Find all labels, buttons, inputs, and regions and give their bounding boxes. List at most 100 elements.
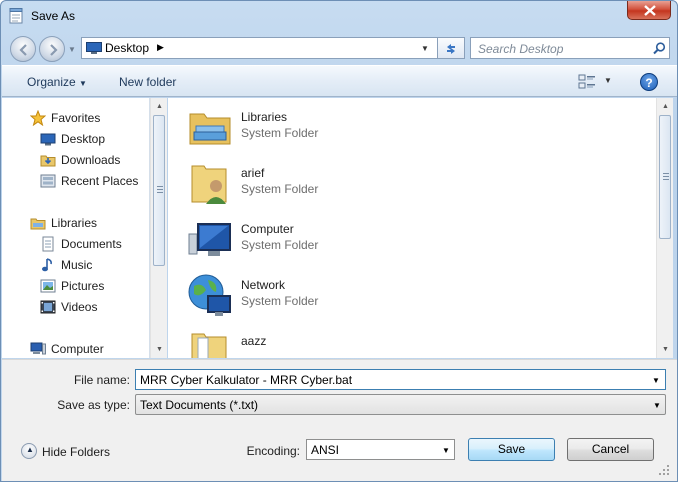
nav-label: Downloads — [61, 153, 121, 167]
desktop-icon — [86, 42, 102, 54]
encoding-value: ANSI — [311, 443, 340, 457]
file-type: System Folder — [241, 294, 319, 308]
music-icon — [42, 258, 52, 272]
grip-line — [663, 176, 669, 177]
navigation-pane: Favorites Desktop Downloads Recent Place… — [2, 98, 150, 358]
grip-line — [157, 189, 163, 190]
scroll-up-icon[interactable]: ▲ — [151, 98, 168, 115]
views-dropdown[interactable]: ▼ — [604, 76, 612, 85]
breadcrumb-desktop[interactable]: Desktop — [105, 41, 149, 55]
address-bar-row: ▼ Desktop ▶ ▼ Search Desktop — [1, 31, 677, 63]
help-icon[interactable]: ? — [640, 73, 658, 91]
nav-label: Music — [61, 258, 93, 272]
pictures-icon — [40, 279, 56, 293]
scroll-up-icon[interactable]: ▲ — [657, 98, 674, 115]
chevron-down-icon: ▼ — [79, 79, 87, 88]
scroll-down-icon[interactable]: ▼ — [151, 341, 168, 358]
save-as-type-select[interactable]: Text Documents (*.txt) ▼ — [135, 394, 666, 415]
file-name: aazz — [241, 334, 267, 348]
forward-button[interactable] — [39, 36, 65, 62]
grip-line — [157, 186, 163, 187]
save-as-type-label: Save as type: — [57, 398, 130, 412]
file-item-computer[interactable]: Computer System Folder — [186, 216, 386, 266]
save-as-type-value: Text Documents (*.txt) — [140, 398, 259, 412]
back-arrow-icon — [19, 44, 27, 56]
grip-line — [663, 179, 669, 180]
file-item-libraries[interactable]: Libraries System Folder — [186, 104, 386, 154]
organize-menu[interactable]: Organize ▼ — [27, 75, 87, 89]
videos-icon — [40, 300, 56, 314]
new-folder-button[interactable]: New folder — [119, 75, 176, 89]
libraries-folder-icon — [189, 113, 231, 145]
scroll-thumb[interactable] — [153, 115, 165, 266]
file-item-arief[interactable]: arief System Folder — [186, 160, 386, 210]
nav-label: Pictures — [61, 279, 105, 293]
notepad-icon — [9, 8, 23, 24]
file-name: Computer — [241, 222, 294, 236]
folder-icon — [191, 333, 227, 358]
address-box[interactable]: Desktop ▶ ▼ — [81, 37, 438, 59]
save-as-dialog: Save As ▼ Desktop ▶ ▼ Search Desktop Org… — [0, 0, 678, 482]
organize-label: Organize — [27, 75, 76, 89]
user-folder-icon — [191, 165, 227, 204]
close-icon — [644, 5, 656, 16]
address-dropdown[interactable]: ▼ — [421, 44, 429, 53]
file-type: System Folder — [241, 126, 319, 140]
window-title: Save As — [31, 9, 76, 23]
file-type: System Folder — [241, 182, 319, 196]
forward-arrow-icon — [50, 44, 58, 56]
grip-line — [157, 192, 163, 193]
nav-label: Recent Places — [61, 174, 139, 188]
computer-icon — [30, 342, 46, 355]
nav-label: Documents — [61, 237, 122, 251]
grip-line — [663, 173, 669, 174]
nav-label: Computer — [51, 342, 104, 356]
libraries-icon — [30, 218, 46, 230]
file-type: System Folder — [241, 238, 319, 252]
close-button[interactable] — [627, 1, 671, 20]
refresh-icon — [447, 44, 455, 54]
nav-label: Videos — [61, 300, 98, 314]
file-name: arief — [241, 166, 265, 180]
collapse-up-icon: ▲ — [21, 443, 37, 459]
file-name: Network — [241, 278, 286, 292]
nav-label: Libraries — [51, 216, 98, 230]
file-item-network[interactable]: Network System Folder — [186, 272, 386, 322]
command-bar: Organize ▼ New folder ▼ ? — [2, 65, 677, 97]
downloads-folder-icon — [40, 155, 56, 167]
resize-grip-icon[interactable] — [658, 464, 670, 476]
recent-places-icon — [40, 174, 56, 188]
change-view-icon[interactable] — [578, 74, 596, 90]
scroll-down-icon[interactable]: ▼ — [657, 341, 674, 358]
recent-pages-dropdown[interactable]: ▼ — [68, 45, 76, 54]
file-list-scrollbar[interactable]: ▲ ▼ — [656, 98, 673, 358]
chevron-down-icon: ▼ — [442, 446, 450, 455]
save-button[interactable]: Save — [468, 438, 555, 461]
nav-label: Favorites — [51, 111, 101, 125]
hide-folders-label: Hide Folders — [42, 445, 111, 459]
file-name-dropdown[interactable]: ▼ — [652, 376, 660, 385]
desktop-icon — [40, 133, 56, 146]
computer-icon — [188, 223, 231, 256]
encoding-select[interactable]: ANSI ▼ — [306, 439, 455, 460]
navigation-scrollbar[interactable]: ▲ ▼ — [150, 98, 167, 358]
title-bar: Save As — [1, 1, 677, 31]
refresh-button[interactable] — [438, 37, 465, 59]
chevron-down-icon: ▼ — [653, 401, 661, 410]
breadcrumb-arrow-icon[interactable]: ▶ — [157, 42, 164, 53]
scroll-thumb[interactable] — [659, 115, 671, 239]
cancel-button[interactable]: Cancel — [567, 438, 654, 461]
encoding-label: Encoding: — [246, 444, 300, 458]
search-input[interactable]: Search Desktop — [478, 42, 563, 56]
search-icon[interactable] — [653, 42, 666, 55]
documents-icon — [42, 236, 54, 252]
back-button[interactable] — [10, 36, 36, 62]
file-list: Libraries System Folder arief System Fol… — [168, 98, 656, 358]
nav-label: Desktop — [61, 132, 106, 146]
file-item-aazz[interactable]: aazz — [186, 328, 386, 358]
file-name-field[interactable] — [135, 369, 666, 390]
save-options-panel: File name: ▼ Save as type: Text Document… — [2, 359, 677, 481]
search-box[interactable]: Search Desktop — [470, 37, 670, 59]
file-name-label: File name: — [73, 373, 130, 387]
file-name: Libraries — [241, 110, 288, 124]
